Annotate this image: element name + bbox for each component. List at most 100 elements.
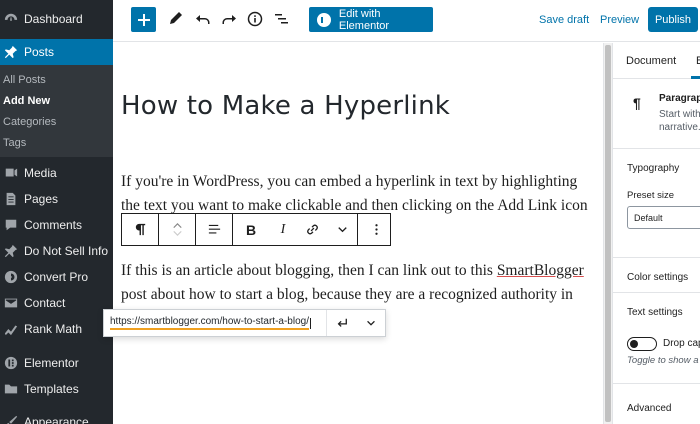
sidebar-item-convert-pro[interactable]: Convert Pro [0,264,113,290]
undo-button[interactable] [193,9,213,29]
chevron-up-down-icon [172,223,182,236]
edit-with-elementor-button[interactable]: Edit with Elementor [309,7,433,32]
comments-icon [3,217,19,233]
folder-icon [3,381,19,397]
align-text-button[interactable] [196,214,232,245]
info-button[interactable] [245,9,265,29]
preview-link[interactable]: Preview [600,14,639,26]
italic-button[interactable]: I [269,214,297,245]
paragraph-text: If this is an article about blogging, th… [121,262,497,279]
block-toolbar: B I [121,213,391,246]
link-button[interactable] [297,214,327,245]
sidebar-item-templates[interactable]: Templates [0,376,113,402]
dashboard-icon [3,11,19,27]
drop-cap-help: Toggle to show a [627,355,699,366]
editor-top-toolbar: Edit with Elementor Save draft Preview P… [113,0,700,42]
url-value: https://smartblogger.com/how-to-start-a-… [110,316,309,330]
sidebar-item-media[interactable]: Media [0,160,113,186]
text-settings-panel[interactable]: Text settings Drop cap Toggle to show a [613,294,700,384]
smartblogger-link-text[interactable]: SmartBlogger [497,262,584,279]
sidebar-item-elementor[interactable]: Elementor [0,350,113,376]
toggle-knob [630,339,638,348]
active-tab-indicator [691,76,700,79]
apply-link-button[interactable] [327,310,356,336]
sidebar-item-comments[interactable]: Comments [0,212,113,238]
settings-sidebar: Document B ¶ Paragraph Start withnarrati… [612,43,700,424]
sidebar-item-rank-math[interactable]: Rank Math [0,316,113,342]
pages-icon [3,191,19,207]
tools-button[interactable] [165,9,185,29]
sidebar-item-label: Convert Pro [24,270,89,284]
sidebar-item-label: Templates [24,382,79,396]
sidebar-item-appearance[interactable]: Appearance [0,409,113,424]
media-icon [3,165,19,181]
post-title[interactable]: How to Make a Hyperlink [121,91,450,121]
save-draft-link[interactable]: Save draft [539,14,589,26]
redo-button[interactable] [219,9,239,29]
sidebar-item-contact[interactable]: Contact [0,290,113,316]
block-navigation-button[interactable] [271,9,291,29]
color-settings-panel[interactable]: Color settings [613,259,700,293]
pin-icon [3,243,19,259]
sidebar-item-pages[interactable]: Pages [0,186,113,212]
sidebar-item-label: Pages [24,192,59,206]
block-card-title: Paragraph [659,93,700,104]
typography-title: Typography [627,163,680,174]
submenu-add-new[interactable]: Add New [0,90,113,111]
sidebar-item-label: Appearance [24,415,89,424]
sidebar-item-label: Elementor [24,356,79,370]
block-card-description: Start with narrative. [659,109,700,133]
sidebar-item-dashboard[interactable]: Dashboard [0,6,113,32]
chevron-down-icon [337,227,347,233]
tab-block[interactable]: B [696,55,700,67]
sidebar-item-posts[interactable]: Posts [0,39,113,65]
editor-scrollbar[interactable] [603,43,612,424]
sidebar-item-label: Dashboard [24,12,83,26]
text-settings-title: Text settings [627,307,683,318]
scrollbar-thumb[interactable] [605,45,611,422]
add-block-button[interactable] [131,7,156,32]
admin-sidebar: Dashboard Posts All Posts Add New Catego… [0,0,113,424]
block-type-button[interactable] [122,214,158,245]
pilcrow-icon [135,223,145,236]
redo-icon [222,15,236,24]
link-icon [306,224,318,235]
sidebar-item-do-not-sell[interactable]: Do Not Sell Info [0,238,113,264]
tab-document[interactable]: Document [626,55,676,67]
drop-cap-toggle[interactable] [627,337,657,351]
sidebar-item-label: Rank Math [24,322,83,336]
more-formats-button[interactable] [327,214,357,245]
bold-icon: B [245,221,257,238]
submenu-tags[interactable]: Tags [0,132,113,153]
publish-button[interactable]: Publish [648,7,698,32]
sidebar-item-label: Contact [24,296,66,310]
preset-size-select[interactable]: Default [627,206,700,229]
sidebar-item-label: Comments [24,218,83,232]
convert-pro-icon [3,269,19,285]
pin-icon [3,44,19,60]
list-icon [275,14,288,24]
text-caret [309,317,311,329]
submenu-categories[interactable]: Categories [0,111,113,132]
link-settings-toggle[interactable] [356,310,385,336]
advanced-panel[interactable]: Advanced [613,385,700,424]
submenu-all-posts[interactable]: All Posts [0,69,113,90]
info-icon [247,11,263,27]
more-vertical-icon [374,224,378,235]
preset-size-label: Preset size [627,190,674,201]
settings-tabs: Document B [613,43,700,79]
italic-icon: I [280,221,286,237]
typography-panel[interactable]: Typography Preset size Default [613,150,700,258]
align-left-icon [208,224,220,234]
elementor-button-label: Edit with Elementor [338,7,390,32]
pen-icon [170,12,182,24]
move-block-button[interactable] [159,214,195,245]
posts-submenu: All Posts Add New Categories Tags [0,65,113,157]
url-input[interactable]: https://smartblogger.com/how-to-start-a-… [104,310,328,336]
bold-button[interactable]: B [233,214,269,245]
color-settings-title: Color settings [627,272,689,283]
enter-icon [337,318,347,327]
sidebar-item-label: Do Not Sell Info [24,244,109,258]
more-options-button[interactable] [358,214,394,245]
chevron-down-icon [366,320,375,326]
